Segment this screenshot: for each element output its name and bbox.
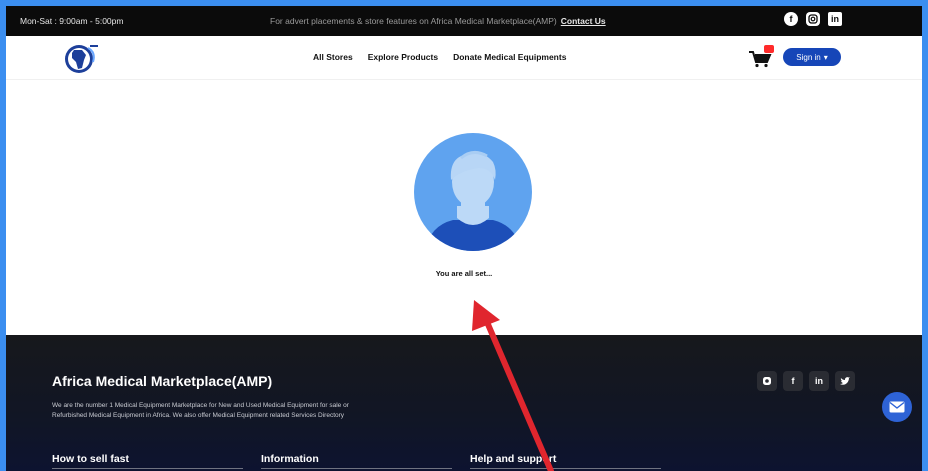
instagram-icon[interactable] bbox=[757, 371, 777, 391]
advert-text: For advert placements & store features o… bbox=[270, 16, 557, 26]
main-nav: All Stores Explore Products Donate Medic… bbox=[313, 52, 566, 62]
footer-heading-how-to-sell: How to sell fast bbox=[52, 453, 130, 465]
status-message: You are all set... bbox=[435, 269, 493, 278]
amp-logo[interactable] bbox=[62, 42, 102, 76]
top-info-bar: Mon-Sat : 9:00am - 5:00pm For advert pla… bbox=[6, 6, 922, 36]
facebook-icon[interactable]: f bbox=[784, 12, 798, 26]
user-avatar bbox=[413, 132, 533, 252]
facebook-icon[interactable]: f bbox=[783, 371, 803, 391]
sign-in-button[interactable]: Sign in ▾ bbox=[783, 48, 841, 66]
message-chat-button[interactable] bbox=[882, 392, 912, 422]
top-social-links: f in bbox=[784, 12, 842, 26]
site-footer: Africa Medical Marketplace(AMP) We are t… bbox=[6, 335, 922, 471]
caret-down-icon: ▾ bbox=[823, 52, 828, 62]
twitter-icon[interactable] bbox=[835, 371, 855, 391]
instagram-icon[interactable] bbox=[806, 12, 820, 26]
business-hours: Mon-Sat : 9:00am - 5:00pm bbox=[20, 16, 124, 26]
footer-divider bbox=[470, 468, 661, 469]
browser-page: Mon-Sat : 9:00am - 5:00pm For advert pla… bbox=[6, 6, 922, 471]
sign-in-label: Sign in bbox=[796, 52, 821, 62]
nav-explore-products[interactable]: Explore Products bbox=[368, 52, 438, 62]
footer-description: We are the number 1 Medical Equipment Ma… bbox=[52, 402, 349, 419]
footer-divider bbox=[52, 468, 243, 469]
nav-all-stores[interactable]: All Stores bbox=[313, 52, 353, 62]
footer-title: Africa Medical Marketplace(AMP) bbox=[52, 373, 273, 389]
nav-donate-medical-equipments[interactable]: Donate Medical Equipments bbox=[453, 52, 566, 62]
cart-count-badge bbox=[764, 45, 774, 53]
advert-notice: For advert placements & store features o… bbox=[270, 16, 606, 26]
linkedin-icon[interactable]: in bbox=[828, 12, 842, 26]
footer-social-links: f in bbox=[757, 371, 855, 391]
linkedin-icon[interactable]: in bbox=[809, 371, 829, 391]
contact-us-link[interactable]: Contact Us bbox=[561, 16, 606, 26]
envelope-icon bbox=[889, 401, 905, 413]
footer-divider bbox=[261, 468, 452, 469]
footer-heading-information: Information bbox=[261, 453, 319, 465]
footer-heading-help-support: Help and support bbox=[470, 453, 557, 465]
site-header: All Stores Explore Products Donate Medic… bbox=[6, 36, 922, 80]
